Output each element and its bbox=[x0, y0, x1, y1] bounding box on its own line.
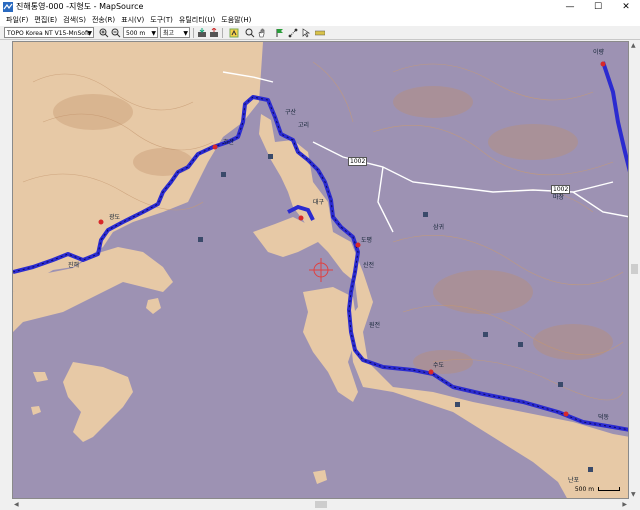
minimize-button[interactable]: — bbox=[556, 0, 584, 14]
place-label: 도평 bbox=[361, 237, 373, 244]
horizontal-scroll-thumb[interactable] bbox=[315, 501, 327, 508]
menu-help[interactable]: 도움말(H) bbox=[218, 14, 254, 26]
pan-hand-icon[interactable] bbox=[256, 27, 267, 38]
place-label: 이량 bbox=[593, 49, 605, 56]
flag-tool-icon[interactable] bbox=[274, 27, 285, 38]
maximize-button[interactable]: ☐ bbox=[584, 0, 612, 14]
route-tool-icon[interactable] bbox=[287, 27, 298, 38]
scroll-up-icon[interactable]: ▲ bbox=[631, 42, 636, 49]
route-east-edge bbox=[601, 61, 628, 173]
island-small-4 bbox=[33, 372, 48, 382]
menu-transfer[interactable]: 전송(R) bbox=[89, 14, 118, 26]
place-label: 덕동 bbox=[598, 414, 610, 421]
close-button[interactable]: ✕ bbox=[612, 0, 640, 14]
place-label: 진해 bbox=[68, 262, 80, 269]
island-small-2 bbox=[31, 406, 41, 415]
place-label: 난포 bbox=[568, 477, 580, 484]
place-label: 구산 bbox=[285, 109, 297, 116]
title-bar: 진해통영-000 -지형도 - MapSource — ☐ ✕ bbox=[0, 0, 640, 15]
menu-tools[interactable]: 도구(T) bbox=[147, 14, 176, 26]
menu-search[interactable]: 검색(S) bbox=[60, 14, 89, 26]
road-number-label: 1002 bbox=[348, 157, 368, 166]
vertical-scrollbar[interactable]: ▲ ▼ bbox=[629, 41, 640, 499]
vertical-scroll-thumb[interactable] bbox=[631, 264, 638, 274]
zoom-tool-icon[interactable] bbox=[244, 27, 255, 38]
place-label: 삼귀 bbox=[433, 224, 445, 231]
map-view[interactable]: 1002 1002 진해 광도 호산 구산 고리 대구 도평 신전 원전 수도 … bbox=[12, 41, 629, 499]
place-label: 신전 bbox=[363, 262, 375, 269]
send-to-device-icon[interactable] bbox=[208, 27, 219, 38]
island-southwest bbox=[63, 362, 133, 442]
scroll-right-icon[interactable]: ▶ bbox=[622, 501, 627, 508]
place-label: 광도 bbox=[109, 214, 121, 221]
place-label: 원전 bbox=[369, 322, 381, 329]
chevron-down-icon: ▼ bbox=[183, 30, 188, 37]
island-small-1 bbox=[146, 298, 161, 314]
scale-label: 500 m bbox=[574, 486, 595, 493]
map-scale-bar: 500 m bbox=[575, 486, 620, 493]
map-product-value: TOPO Korea NT V15-MnSoft bbox=[7, 30, 90, 37]
menu-utilities[interactable]: 유틸리티(U) bbox=[176, 14, 218, 26]
zoom-in-icon[interactable] bbox=[98, 27, 109, 38]
menu-file[interactable]: 파일(F) bbox=[3, 14, 31, 26]
mapsource-app-icon bbox=[3, 2, 13, 12]
place-label: 호산 bbox=[223, 139, 235, 146]
menu-bar: 파일(F) 편집(E) 검색(S) 전송(R) 표시(V) 도구(T) 유틸리티… bbox=[0, 14, 640, 26]
map-canvas bbox=[13, 42, 628, 498]
chevron-down-icon: ▼ bbox=[87, 30, 92, 37]
left-panel-strip[interactable] bbox=[0, 41, 12, 510]
map-product-select[interactable]: TOPO Korea NT V15-MnSoft ▼ bbox=[4, 27, 94, 38]
map-cursor-crosshair bbox=[309, 258, 333, 282]
place-label: 대구 bbox=[313, 199, 325, 206]
zoom-scale-value: 500 m bbox=[126, 30, 146, 37]
place-label: 수도 bbox=[433, 362, 445, 369]
scroll-down-icon[interactable]: ▼ bbox=[631, 491, 636, 498]
scroll-left-icon[interactable]: ◀ bbox=[14, 501, 19, 508]
detail-level-value: 최고 bbox=[163, 30, 175, 37]
place-label: 마창 bbox=[553, 194, 565, 201]
zoom-out-icon[interactable] bbox=[110, 27, 121, 38]
receive-from-device-icon[interactable] bbox=[196, 27, 207, 38]
window-title: 진해통영-000 -지형도 - MapSource bbox=[16, 2, 144, 11]
menu-view[interactable]: 표시(V) bbox=[118, 14, 147, 26]
waypoint-tool-icon[interactable] bbox=[228, 27, 239, 38]
toolbar: TOPO Korea NT V15-MnSoft ▼ 500 m ▼ 최고 ▼ bbox=[0, 26, 640, 40]
toolbar-separator bbox=[193, 28, 194, 38]
measure-tool-icon[interactable] bbox=[314, 27, 325, 38]
menu-edit[interactable]: 편집(E) bbox=[31, 14, 60, 26]
chevron-down-icon: ▼ bbox=[151, 30, 156, 37]
select-arrow-icon[interactable] bbox=[300, 27, 311, 38]
island-small-3 bbox=[313, 470, 327, 484]
place-label: 고리 bbox=[298, 122, 310, 129]
toolbar-separator bbox=[222, 28, 223, 38]
horizontal-scrollbar[interactable]: ◀ ▶ bbox=[12, 499, 629, 510]
zoom-scale-select[interactable]: 500 m ▼ bbox=[123, 27, 158, 38]
detail-level-select[interactable]: 최고 ▼ bbox=[160, 27, 190, 38]
